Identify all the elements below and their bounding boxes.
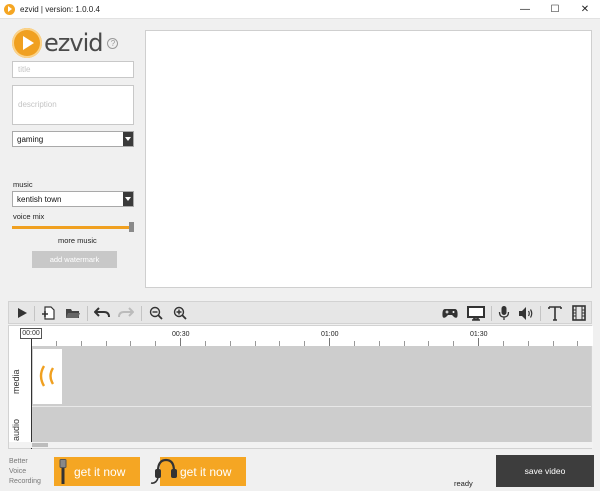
microphone-icon[interactable] <box>496 304 512 322</box>
add-watermark-button[interactable]: add watermark <box>32 251 117 268</box>
ezvid-logo: ezvid ? <box>12 28 119 58</box>
category-select[interactable]: gaming <box>12 131 134 147</box>
voice-mix-label: voice mix <box>13 212 45 221</box>
undo-icon[interactable] <box>93 304 111 322</box>
headset-product-icon <box>150 458 177 484</box>
promo-line: Recording <box>9 478 41 485</box>
time-mark: 01:30 <box>470 331 488 338</box>
text-icon[interactable] <box>547 304 563 322</box>
timeline[interactable]: 00:30 01:00 01:30 media audio 00:00 <box>8 325 593 449</box>
toolbar-divider <box>540 306 541 321</box>
save-video-button[interactable]: save video <box>496 455 594 487</box>
audio-track-label: audio <box>11 418 21 441</box>
chevron-down-icon[interactable] <box>123 192 133 206</box>
get-headset-button[interactable]: get it now <box>150 457 246 486</box>
film-icon[interactable] <box>571 304 587 322</box>
media-track-label: media <box>11 369 21 394</box>
description-input[interactable] <box>12 85 134 125</box>
track-divider <box>32 406 591 407</box>
category-value: gaming <box>17 134 44 144</box>
chevron-down-icon[interactable] <box>123 132 133 146</box>
speaker-icon[interactable] <box>517 304 535 322</box>
gamepad-icon[interactable] <box>441 304 459 322</box>
playhead-line[interactable] <box>31 339 32 449</box>
scrollbar-thumb[interactable] <box>32 443 48 447</box>
microphone-product-icon <box>59 459 67 484</box>
status-text: ready <box>454 479 473 488</box>
help-icon[interactable]: ? <box>107 37 119 49</box>
voice-mix-track <box>12 226 130 229</box>
play-icon[interactable] <box>14 304 30 322</box>
voice-mix-slider[interactable] <box>12 222 134 232</box>
music-value: kentish town <box>17 194 62 204</box>
track-labels: media audio <box>9 346 31 442</box>
clip-thumbnail-icon <box>39 365 55 387</box>
maximize-button[interactable]: ☐ <box>540 0 570 19</box>
play-logo-icon <box>12 28 42 58</box>
music-label: music <box>13 180 33 189</box>
app-icon <box>4 3 15 15</box>
zoom-in-icon[interactable] <box>172 304 188 322</box>
music-select[interactable]: kentish town <box>12 191 134 207</box>
video-preview <box>145 30 592 288</box>
redo-icon[interactable] <box>117 304 135 322</box>
toolbar-divider <box>141 306 142 321</box>
title-input[interactable] <box>12 61 134 78</box>
minimize-button[interactable]: — <box>510 0 540 19</box>
get-it-now-label: get it now <box>74 464 126 479</box>
logo-text: ezvid <box>44 29 103 57</box>
toolbar-divider <box>87 306 88 321</box>
open-folder-icon[interactable] <box>64 304 82 322</box>
toolbar-divider <box>491 306 492 321</box>
time-mark: 00:30 <box>172 331 190 338</box>
toolbar-divider <box>34 306 35 321</box>
playhead-time[interactable]: 00:00 <box>20 328 42 339</box>
add-media-icon[interactable] <box>39 304 57 322</box>
close-button[interactable]: ✕ <box>570 0 600 19</box>
promo-text: Better Voice Recording <box>9 457 41 487</box>
ruler-tick <box>180 338 181 346</box>
window-title: ezvid | version: 1.0.0.4 <box>20 4 100 14</box>
timeline-scrollbar[interactable] <box>9 442 593 448</box>
more-music-link[interactable]: more music <box>58 236 97 245</box>
ruler-tick <box>329 338 330 346</box>
zoom-out-icon[interactable] <box>148 304 164 322</box>
monitor-icon[interactable] <box>466 304 486 322</box>
voice-mix-thumb[interactable] <box>129 222 134 232</box>
time-ruler[interactable]: 00:30 01:00 01:30 <box>9 326 593 346</box>
track-area[interactable] <box>32 346 591 443</box>
title-bar: ezvid | version: 1.0.0.4 — ☐ ✕ <box>0 0 600 19</box>
media-clip[interactable] <box>33 349 62 404</box>
window-controls: — ☐ ✕ <box>510 0 600 19</box>
promo-line: Better <box>9 458 28 465</box>
promo-line: Voice <box>9 468 27 475</box>
get-it-now-label: get it now <box>180 464 232 479</box>
editor-toolbar <box>8 301 592 324</box>
time-mark: 01:00 <box>321 331 339 338</box>
ruler-tick <box>478 338 479 346</box>
get-microphone-button[interactable]: get it now <box>54 457 140 486</box>
